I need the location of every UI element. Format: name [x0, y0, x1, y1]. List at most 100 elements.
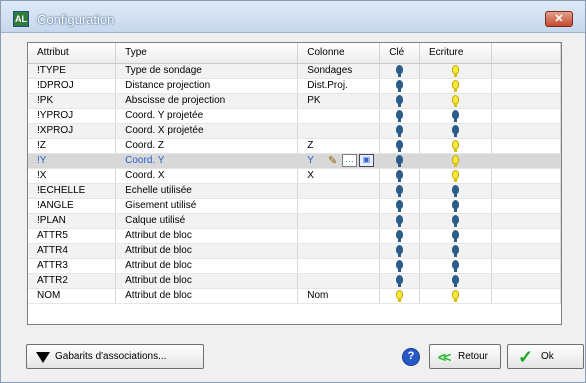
- cell-attribut[interactable]: !PK: [28, 93, 117, 109]
- cell-type[interactable]: Coord. X projetée: [115, 123, 299, 139]
- cell-ecriture[interactable]: [419, 108, 492, 124]
- cell-type[interactable]: Echelle utilisée: [115, 183, 299, 199]
- table-row[interactable]: !DPROJ Distance projection Dist.Proj.: [28, 78, 561, 94]
- cell-attribut[interactable]: !PLAN: [28, 213, 117, 229]
- cell-type[interactable]: Attribut de bloc: [115, 228, 299, 244]
- cell-colonne[interactable]: [297, 258, 381, 274]
- cell-attribut[interactable]: ATTR3: [28, 258, 117, 274]
- cell-colonne[interactable]: Nom: [297, 288, 381, 304]
- gabarits-button[interactable]: Gabarits d'associations...: [26, 344, 204, 369]
- cell-ecriture[interactable]: [419, 93, 492, 109]
- pencil-icon[interactable]: ✎: [328, 155, 340, 167]
- cell-cle[interactable]: [379, 183, 420, 199]
- ok-button[interactable]: ✓ Ok: [507, 344, 584, 369]
- cell-attribut[interactable]: NOM: [28, 288, 117, 304]
- cell-type[interactable]: Coord. Y: [115, 153, 299, 169]
- cell-colonne[interactable]: [297, 198, 381, 214]
- cell-colonne[interactable]: [297, 108, 381, 124]
- cell-colonne[interactable]: Z: [297, 138, 381, 154]
- cell-ecriture[interactable]: [419, 258, 492, 274]
- table-row[interactable]: !PLAN Calque utilisé: [28, 213, 561, 229]
- cell-cle[interactable]: [379, 243, 420, 259]
- cell-cle[interactable]: [379, 168, 420, 184]
- cell-cle[interactable]: [379, 78, 420, 94]
- cell-colonne[interactable]: [297, 228, 381, 244]
- table-row[interactable]: !PK Abscisse de projection PK: [28, 93, 561, 109]
- close-button[interactable]: ✕: [545, 11, 573, 27]
- cell-colonne[interactable]: Sondages: [297, 63, 381, 79]
- table-row[interactable]: NOM Attribut de bloc Nom: [28, 288, 561, 304]
- cell-attribut[interactable]: ATTR4: [28, 243, 117, 259]
- cell-ecriture[interactable]: [419, 243, 492, 259]
- column-header-cle[interactable]: Clé: [379, 43, 420, 64]
- cell-ecriture[interactable]: [419, 213, 492, 229]
- cell-ecriture[interactable]: [419, 138, 492, 154]
- cell-attribut[interactable]: !DPROJ: [28, 78, 117, 94]
- cell-cle[interactable]: [379, 273, 420, 289]
- table-row[interactable]: !ANGLE Gisement utilisé: [28, 198, 561, 214]
- table-row[interactable]: !YPROJ Coord. Y projetée: [28, 108, 561, 124]
- table-row[interactable]: !ECHELLE Echelle utilisée: [28, 183, 561, 199]
- cell-attribut[interactable]: ATTR5: [28, 228, 117, 244]
- cell-colonne[interactable]: [297, 243, 381, 259]
- cell-cle[interactable]: [379, 63, 420, 79]
- cell-ecriture[interactable]: [419, 273, 492, 289]
- cell-type[interactable]: Coord. Y projetée: [115, 108, 299, 124]
- cell-ecriture[interactable]: [419, 123, 492, 139]
- cell-ecriture[interactable]: [419, 228, 492, 244]
- cell-attribut[interactable]: !ANGLE: [28, 198, 117, 214]
- cell-attribut[interactable]: !ECHELLE: [28, 183, 117, 199]
- cell-attribut[interactable]: ATTR2: [28, 273, 117, 289]
- cell-type[interactable]: Calque utilisé: [115, 213, 299, 229]
- cell-type[interactable]: Attribut de bloc: [115, 243, 299, 259]
- ellipsis-button[interactable]: …: [341, 154, 357, 167]
- table-row[interactable]: !Y Coord. Y Y ✎… ▣: [28, 153, 561, 169]
- cell-ecriture[interactable]: [419, 198, 492, 214]
- table-row[interactable]: !TYPE Type de sondage Sondages: [28, 63, 561, 79]
- cell-type[interactable]: Attribut de bloc: [115, 273, 299, 289]
- cell-cle[interactable]: [379, 108, 420, 124]
- cell-type[interactable]: Coord. Z: [115, 138, 299, 154]
- cell-cle[interactable]: [379, 288, 420, 304]
- column-header-attribut[interactable]: Attribut: [28, 43, 117, 64]
- cell-type[interactable]: Attribut de bloc: [115, 258, 299, 274]
- cell-type[interactable]: Abscisse de projection: [115, 93, 299, 109]
- cell-attribut[interactable]: !TYPE: [28, 63, 117, 79]
- cell-colonne[interactable]: PK: [297, 93, 381, 109]
- cell-colonne[interactable]: Y ✎… ▣: [297, 153, 381, 169]
- cell-cle[interactable]: [379, 258, 420, 274]
- cell-ecriture[interactable]: [419, 288, 492, 304]
- help-button[interactable]: ?: [402, 348, 420, 366]
- column-header-colonne[interactable]: Colonne: [297, 43, 381, 64]
- cell-cle[interactable]: [379, 198, 420, 214]
- column-header-type[interactable]: Type: [115, 43, 299, 64]
- table-row[interactable]: !X Coord. X X: [28, 168, 561, 184]
- cell-colonne[interactable]: [297, 183, 381, 199]
- cell-type[interactable]: Coord. X: [115, 168, 299, 184]
- cell-type[interactable]: Attribut de bloc: [115, 288, 299, 304]
- cell-type[interactable]: Distance projection: [115, 78, 299, 94]
- cell-cle[interactable]: [379, 213, 420, 229]
- windows-icon[interactable]: ▣: [358, 154, 374, 167]
- cell-colonne[interactable]: X: [297, 168, 381, 184]
- cell-type[interactable]: Type de sondage: [115, 63, 299, 79]
- cell-ecriture[interactable]: [419, 78, 492, 94]
- cell-cle[interactable]: [379, 93, 420, 109]
- cell-attribut[interactable]: !YPROJ: [28, 108, 117, 124]
- cell-attribut[interactable]: !X: [28, 168, 117, 184]
- cell-ecriture[interactable]: [419, 63, 492, 79]
- cell-ecriture[interactable]: [419, 168, 492, 184]
- cell-type[interactable]: Gisement utilisé: [115, 198, 299, 214]
- table-row[interactable]: ATTR2 Attribut de bloc: [28, 273, 561, 289]
- cell-cle[interactable]: [379, 153, 420, 169]
- cell-ecriture[interactable]: [419, 183, 492, 199]
- column-header-ecriture[interactable]: Ecriture: [419, 43, 492, 64]
- cell-cle[interactable]: [379, 138, 420, 154]
- cell-attribut[interactable]: !Y: [28, 153, 117, 169]
- cell-attribut[interactable]: !Z: [28, 138, 117, 154]
- cell-attribut[interactable]: !XPROJ: [28, 123, 117, 139]
- retour-button[interactable]: << Retour: [429, 344, 501, 369]
- cell-cle[interactable]: [379, 123, 420, 139]
- cell-ecriture[interactable]: [419, 153, 492, 169]
- table-row[interactable]: ATTR5 Attribut de bloc: [28, 228, 561, 244]
